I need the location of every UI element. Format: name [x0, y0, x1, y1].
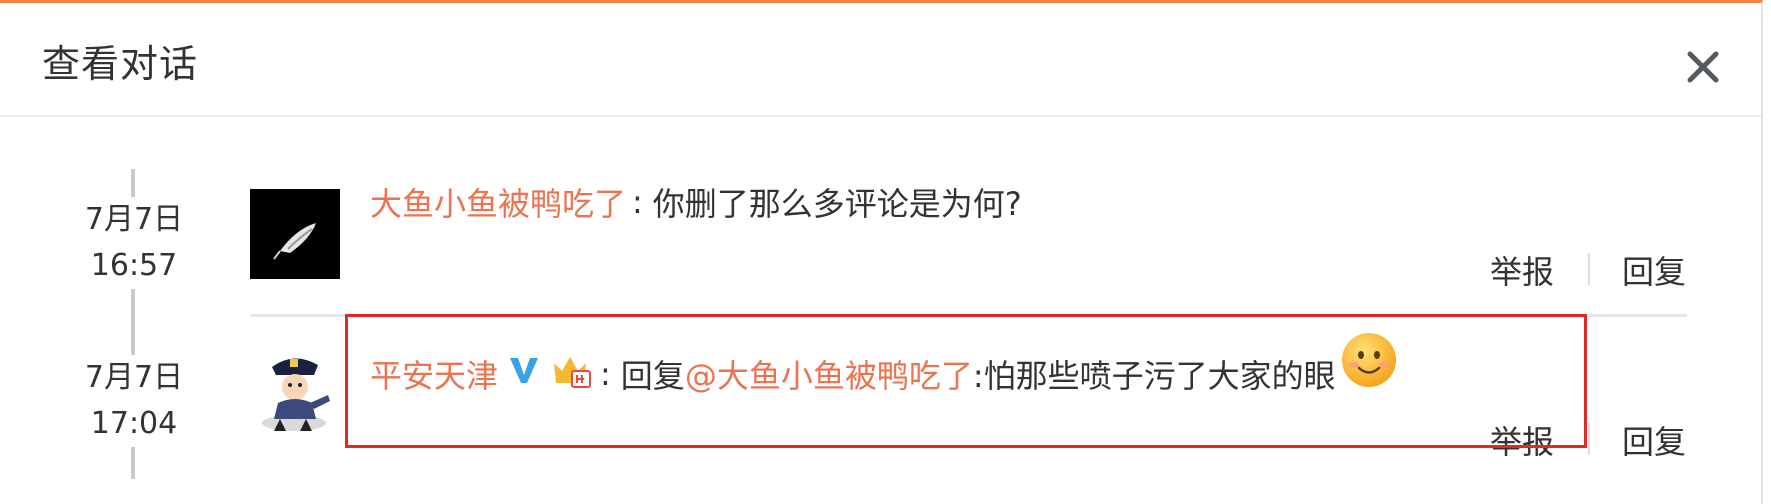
- close-button[interactable]: [1685, 49, 1721, 85]
- feather-avatar-icon: [250, 189, 340, 279]
- message-date: 7月7日: [84, 360, 184, 395]
- action-separator: [1588, 423, 1590, 455]
- dialog-title: 查看对话: [42, 42, 199, 86]
- message-username[interactable]: 大鱼小鱼被鸭吃了: [370, 179, 626, 225]
- police-cartoon-avatar-icon: [250, 347, 340, 437]
- message-time: 17:04: [90, 406, 178, 441]
- message-text: 你删了那么多评论是为何?: [652, 185, 1022, 223]
- message-time: 16:57: [90, 248, 178, 283]
- reply-link[interactable]: 回复: [1622, 247, 1686, 293]
- close-icon: [1687, 51, 1719, 83]
- report-link[interactable]: 举报: [1490, 247, 1554, 293]
- message-colon: :: [632, 183, 643, 221]
- conversation-dialog: 查看对话 7月7日 16:57 大鱼小鱼被鸭吃了 : 你删了那么多评论是为何? …: [0, 0, 1763, 504]
- avatar[interactable]: [250, 347, 340, 437]
- message-content: 大鱼小鱼被鸭吃了 : 你删了那么多评论是为何?: [370, 179, 1022, 225]
- message-timestamp: 7月7日 16:57: [64, 197, 204, 289]
- message-date: 7月7日: [84, 202, 184, 237]
- action-separator: [1588, 253, 1590, 285]
- dialog-header: 查看对话: [0, 3, 1761, 117]
- message-timestamp: 7月7日 17:04: [64, 355, 204, 447]
- reply-link[interactable]: 回复: [1622, 417, 1686, 463]
- highlight-box: [345, 314, 1587, 448]
- avatar[interactable]: [250, 189, 340, 279]
